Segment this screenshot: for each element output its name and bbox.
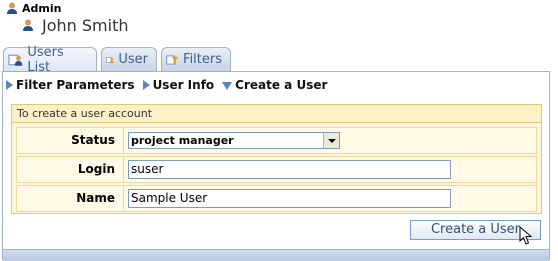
admin-line: Admin <box>6 2 128 15</box>
admin-user-icon <box>7 2 17 14</box>
status-select[interactable]: project manager <box>128 132 340 149</box>
tab-filters-label: Filters <box>183 52 222 67</box>
filters-icon <box>166 55 179 65</box>
row-divider <box>123 128 124 153</box>
role-label: Admin <box>22 2 62 15</box>
login-input[interactable]: suser <box>128 160 451 179</box>
create-user-form: To create a user account Status project … <box>11 104 542 214</box>
mouse-pointer-icon <box>519 226 533 245</box>
user-header: Admin John Smith <box>6 2 128 35</box>
name-label: Name <box>76 191 115 205</box>
user-info-label: User Info <box>152 78 215 92</box>
expand-arrow-icon <box>6 80 13 90</box>
name-line: John Smith <box>22 15 128 35</box>
form-title: To create a user account <box>12 105 541 123</box>
status-value: project manager <box>131 134 234 147</box>
tab-user[interactable]: User <box>101 47 157 71</box>
users-list-icon <box>8 54 23 66</box>
status-bar <box>3 249 549 261</box>
row-divider <box>123 186 124 211</box>
name-row: Name Sample User <box>16 185 537 212</box>
dropdown-button[interactable] <box>323 133 339 148</box>
filter-parameters-link[interactable]: Filter Parameters <box>6 78 135 92</box>
filter-parameters-label: Filter Parameters <box>16 78 135 92</box>
user-icon <box>106 56 114 63</box>
login-label: Login <box>77 162 115 176</box>
sub-navigation: Filter Parameters User Info Create a Use… <box>6 78 335 92</box>
collapse-arrow-icon <box>222 82 233 90</box>
user-info-link[interactable]: User Info <box>142 78 215 92</box>
status-label: Status <box>71 133 115 147</box>
tab-bar: Users List User Filters <box>3 45 235 75</box>
row-divider <box>123 157 124 182</box>
tab-user-label: User <box>118 52 148 67</box>
name-input[interactable]: Sample User <box>128 189 451 208</box>
user-avatar-icon <box>23 19 33 31</box>
status-row: Status project manager <box>16 127 537 154</box>
user-name: John Smith <box>42 15 129 35</box>
create-user-label: Create a User <box>235 78 328 92</box>
tab-users-list[interactable]: Users List <box>3 45 97 75</box>
tab-filters[interactable]: Filters <box>161 47 231 71</box>
chevron-down-icon <box>327 138 336 143</box>
login-row: Login suser <box>16 156 537 183</box>
create-user-link[interactable]: Create a User <box>222 78 327 92</box>
expand-arrow-icon <box>142 80 150 90</box>
